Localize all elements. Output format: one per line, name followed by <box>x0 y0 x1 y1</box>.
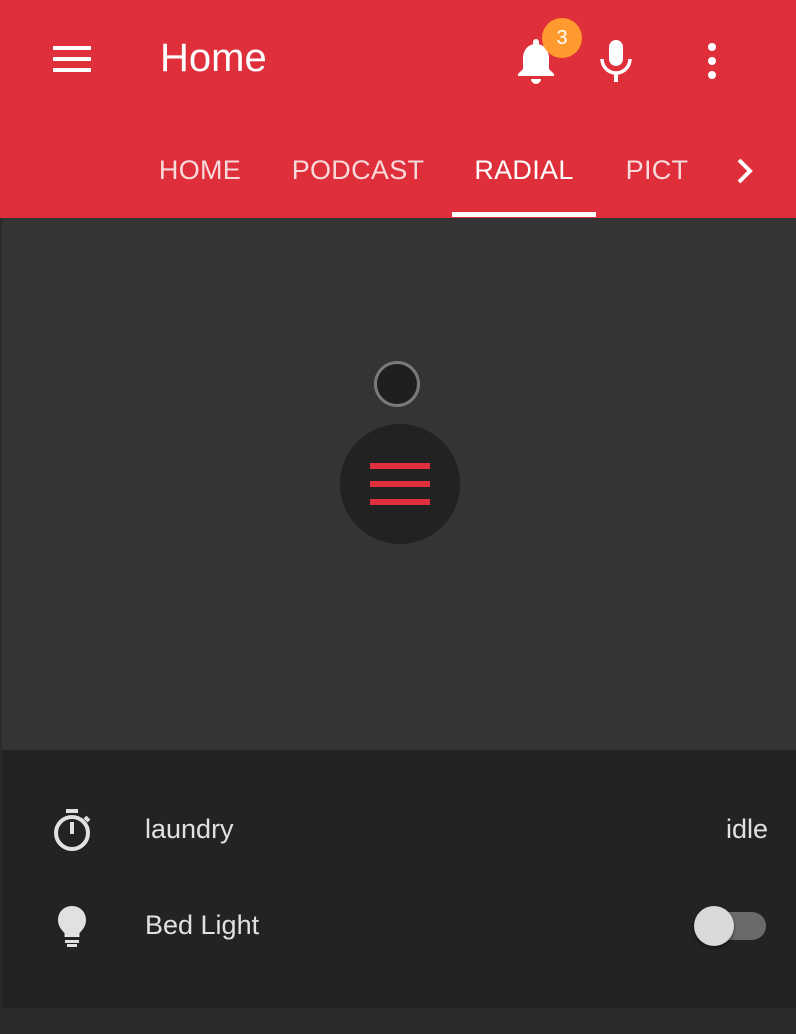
entities-card: laundry idle Bed Light <box>2 750 796 1008</box>
entity-state-laundry: idle <box>725 814 768 844</box>
radial-menu-icon <box>370 463 430 505</box>
hamburger-menu-icon[interactable] <box>42 32 102 86</box>
microphone-button[interactable] <box>588 34 644 88</box>
tabs-scroll-right-button[interactable] <box>722 150 768 192</box>
toggle-thumb <box>694 906 734 946</box>
lightbulb-icon <box>50 902 94 950</box>
tab-bar: HOME PODCAST RADIAL PICT <box>0 130 796 218</box>
microphone-icon <box>600 40 632 82</box>
tab-podcast[interactable]: PODCAST <box>286 130 430 218</box>
entity-label-laundry: laundry <box>145 814 234 844</box>
bed-light-toggle[interactable] <box>694 904 768 948</box>
timer-icon <box>50 806 94 854</box>
entity-label-bed-light: Bed Light <box>145 910 260 940</box>
tab-radial[interactable]: RADIAL <box>452 130 596 218</box>
chevron-right-icon <box>737 158 753 184</box>
app-header: Home 3 HOME PODCAST RADIAL PICT <box>0 0 796 218</box>
app: Home 3 HOME PODCAST RADIAL PICT laundry … <box>0 0 796 1034</box>
notification-badge: 3 <box>542 18 582 58</box>
entity-row-laundry[interactable]: laundry idle <box>2 782 796 878</box>
radial-menu-button[interactable] <box>340 424 460 544</box>
more-vertical-icon <box>708 43 716 79</box>
bottom-background <box>0 1008 796 1034</box>
entity-row-bed-light[interactable]: Bed Light <box>2 878 796 974</box>
tab-pict[interactable]: PICT <box>618 130 696 218</box>
radial-indicator-dot <box>374 361 420 407</box>
active-tab-indicator <box>452 212 596 217</box>
tab-home[interactable]: HOME <box>150 130 250 218</box>
more-options-button[interactable] <box>684 34 740 88</box>
page-title: Home <box>160 36 267 80</box>
